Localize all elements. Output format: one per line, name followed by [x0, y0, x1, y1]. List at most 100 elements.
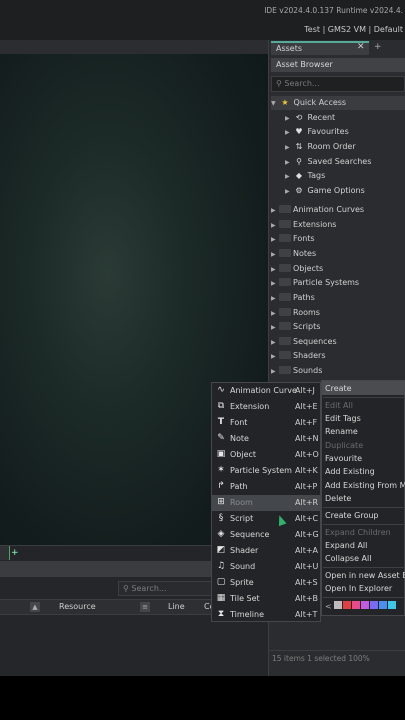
- expand-icon[interactable]: ▶: [285, 144, 293, 151]
- context-duplicate[interactable]: Duplicate: [325, 441, 363, 450]
- create-path[interactable]: ↱ Path Alt+P: [212, 479, 320, 495]
- create-shader[interactable]: ◩ Shader Alt+A: [212, 543, 320, 559]
- expand-icon[interactable]: ▶: [285, 115, 293, 122]
- create-extension[interactable]: ⧉ Extension Alt+E: [212, 399, 320, 415]
- folder-scripts[interactable]: ▶ Scripts: [271, 322, 405, 336]
- sort-icon[interactable]: ≡: [140, 602, 150, 612]
- folder-fonts[interactable]: ▶ Fonts: [271, 234, 405, 248]
- context-rename[interactable]: Rename: [325, 427, 358, 436]
- expand-icon[interactable]: ▶: [271, 207, 279, 214]
- context-edit-tags[interactable]: Edit Tags: [325, 414, 361, 423]
- create-note[interactable]: ✎ Note Alt+N: [212, 431, 320, 447]
- column-line[interactable]: Line: [168, 602, 185, 611]
- context-add-existing-from-my[interactable]: Add Existing From My: [325, 481, 405, 490]
- add-workspace-icon[interactable]: +: [11, 548, 19, 558]
- create-room[interactable]: ⊞ Room Alt+R: [212, 495, 320, 511]
- folder-shaders[interactable]: ▶ Shaders: [271, 351, 405, 365]
- expand-icon[interactable]: ▶: [271, 339, 279, 346]
- folder-label: Animation Curves: [293, 205, 365, 214]
- context-expand-children[interactable]: Expand Children: [325, 528, 391, 537]
- context-add-existing[interactable]: Add Existing: [325, 467, 375, 476]
- quick-access-recent[interactable]: ▶ ⟲ Recent: [271, 113, 405, 127]
- output-search-placeholder: Search...: [131, 584, 167, 593]
- quick-access-node[interactable]: ▼ ★ Quick Access: [271, 98, 405, 112]
- color-swatch[interactable]: [333, 601, 342, 609]
- sprite-icon: ▢: [216, 577, 226, 587]
- quick-access-label: Quick Access: [293, 98, 347, 107]
- color-swatch[interactable]: [351, 601, 360, 609]
- create-script[interactable]: § Script Alt+C: [212, 511, 320, 527]
- context-open-new-browser[interactable]: Open in new Asset Br: [325, 571, 405, 580]
- expand-icon[interactable]: ▶: [271, 310, 279, 317]
- color-swatch[interactable]: [369, 601, 378, 609]
- color-swatch[interactable]: [360, 601, 369, 609]
- expand-icon[interactable]: ▶: [285, 188, 293, 195]
- quick-access-game-options[interactable]: ▶ ⚙ Game Options: [271, 186, 405, 200]
- expand-icon[interactable]: ▶: [271, 222, 279, 229]
- folder-animation-curves[interactable]: ▶ Animation Curves: [271, 205, 405, 219]
- create-particle-system[interactable]: ✶ Particle System Alt+K: [212, 463, 320, 479]
- create-object[interactable]: ▣ Object Alt+O: [212, 447, 320, 463]
- folder-objects[interactable]: ▶ Objects: [271, 264, 405, 278]
- context-delete[interactable]: Delete: [325, 494, 351, 503]
- expand-icon[interactable]: ▶: [271, 236, 279, 243]
- expand-icon[interactable]: ▶: [271, 295, 279, 302]
- folder-particle-systems[interactable]: ▶ Particle Systems: [271, 278, 405, 292]
- expand-icon[interactable]: ▶: [271, 280, 279, 287]
- asset-search-input[interactable]: ⚲ Search...: [271, 76, 405, 92]
- folder-notes[interactable]: ▶ Notes: [271, 249, 405, 263]
- target-selector[interactable]: Test | GMS2 VM | Default: [304, 25, 403, 34]
- shortcut-label: Alt+A: [295, 546, 319, 555]
- folder-sequences[interactable]: ▶ Sequences: [271, 337, 405, 351]
- create-sprite[interactable]: ▢ Sprite Alt+S: [212, 575, 320, 591]
- folder-label: Paths: [293, 293, 315, 302]
- expand-icon[interactable]: ▶: [285, 159, 293, 166]
- folder-sounds[interactable]: ▶ Sounds: [271, 366, 405, 380]
- color-swatch[interactable]: [387, 601, 396, 609]
- assets-tab[interactable]: Assets: [271, 41, 369, 55]
- menu-label: Script: [230, 514, 254, 523]
- expand-icon[interactable]: ▶: [271, 368, 279, 375]
- context-expand-all[interactable]: Expand All: [325, 541, 367, 550]
- sort-icon[interactable]: ▲: [30, 602, 40, 612]
- ide-version-label: IDE v2024.4.0.137 Runtime v2024.4.: [264, 6, 403, 15]
- workspace-tab[interactable]: [0, 546, 10, 560]
- close-icon[interactable]: ✕: [357, 42, 365, 52]
- chevron-left-icon[interactable]: <: [325, 602, 332, 611]
- create-sequence[interactable]: ◈ Sequence Alt+G: [212, 527, 320, 543]
- create-animation-curve[interactable]: ∿ Animation Curve Alt+J: [212, 383, 320, 399]
- context-open-in-explorer[interactable]: Open In Explorer: [325, 584, 392, 593]
- context-create-group[interactable]: Create Group: [325, 511, 378, 520]
- context-collapse-all[interactable]: Collapse All: [325, 554, 371, 563]
- shortcut-label: Alt+F: [295, 418, 318, 427]
- context-favourite[interactable]: Favourite: [325, 454, 362, 463]
- expand-icon[interactable]: ▶: [271, 266, 279, 273]
- quick-access-tags[interactable]: ▶ ◆ Tags: [271, 171, 405, 185]
- create-tile-set[interactable]: ▦ Tile Set Alt+B: [212, 591, 320, 607]
- context-edit-all[interactable]: Edit All: [325, 401, 353, 410]
- create-timeline[interactable]: ⧗ Timeline Alt+T: [212, 607, 320, 623]
- color-swatch[interactable]: [378, 601, 387, 609]
- color-swatch[interactable]: [342, 601, 351, 609]
- quick-access-room-order[interactable]: ▶ ⇅ Room Order: [271, 142, 405, 156]
- expand-icon[interactable]: ▶: [285, 129, 293, 136]
- create-sound[interactable]: ♫ Sound Alt+U: [212, 559, 320, 575]
- folder-rooms[interactable]: ▶ Rooms: [271, 308, 405, 322]
- column-resource[interactable]: Resource: [59, 602, 96, 611]
- quick-access-saved-searches[interactable]: ▶ ⚲ Saved Searches: [271, 157, 405, 171]
- folder-extensions[interactable]: ▶ Extensions: [271, 220, 405, 234]
- expand-icon[interactable]: ▶: [271, 251, 279, 258]
- add-tab-icon[interactable]: +: [374, 42, 382, 52]
- folder-icon: [279, 308, 291, 316]
- menu-label: Extension: [230, 402, 270, 411]
- room-editor-header: [0, 40, 268, 54]
- expand-icon[interactable]: ▶: [285, 173, 293, 180]
- folder-icon: [279, 322, 291, 330]
- expand-icon[interactable]: ▼: [271, 100, 279, 107]
- create-font[interactable]: T Font Alt+F: [212, 415, 320, 431]
- context-create[interactable]: Create: [325, 384, 352, 393]
- expand-icon[interactable]: ▶: [271, 353, 279, 360]
- expand-icon[interactable]: ▶: [271, 324, 279, 331]
- folder-paths[interactable]: ▶ Paths: [271, 293, 405, 307]
- quick-access-favourites[interactable]: ▶ ♥ Favourites: [271, 127, 405, 141]
